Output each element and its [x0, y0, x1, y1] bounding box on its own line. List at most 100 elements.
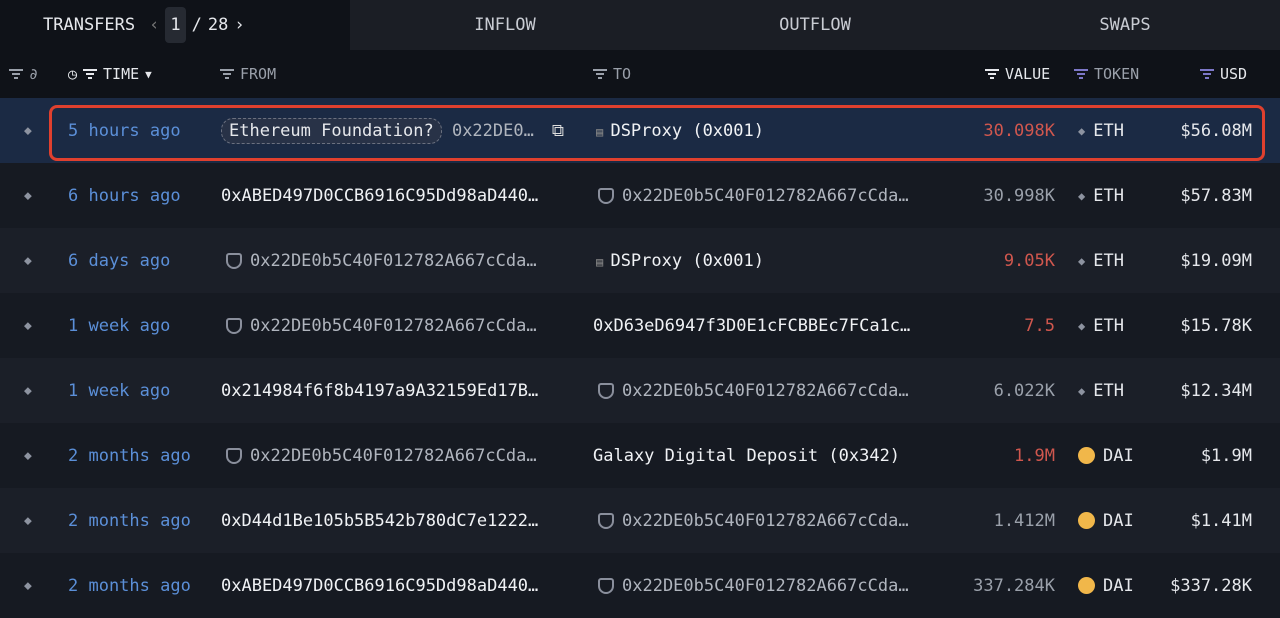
usd-value: $1.9M	[1200, 445, 1252, 466]
eth-icon: ◆	[1078, 383, 1086, 398]
col-value[interactable]: VALUE	[1005, 65, 1050, 83]
token[interactable]: DAI	[1078, 446, 1134, 466]
prev-page-icon[interactable]: ‹	[149, 15, 159, 35]
page-separator: /	[191, 15, 202, 35]
chain-eth-icon: ◆	[24, 253, 32, 268]
time-link[interactable]: 2 months ago	[68, 511, 191, 531]
unknown-entity-icon	[226, 317, 242, 334]
total-pages: 28	[207, 15, 229, 35]
col-to[interactable]: TO	[613, 65, 631, 83]
usd-value: $56.08M	[1180, 120, 1252, 141]
tab-transfers-label: TRANSFERS	[43, 15, 136, 35]
page-number-input[interactable]: 1	[165, 7, 186, 43]
tab-outflow[interactable]: OUTFLOW	[660, 0, 970, 50]
dai-icon	[1078, 447, 1095, 464]
usd-value: $12.34M	[1180, 380, 1252, 401]
next-page-icon[interactable]: ›	[234, 15, 244, 35]
to-address[interactable]: 0x22DE0b5C40F012782A667cCda…	[598, 576, 909, 596]
filter-icon[interactable]	[985, 69, 999, 79]
to-address[interactable]: Galaxy Digital Deposit (0x342)	[593, 446, 900, 466]
token[interactable]: DAI	[1078, 576, 1134, 596]
from-address[interactable]: 0xABED497D0CCB6916C95Dd98aD440…	[221, 576, 538, 596]
token[interactable]: ◆ ETH	[1078, 381, 1124, 401]
time-link[interactable]: 6 days ago	[68, 251, 170, 271]
from-address[interactable]: 0x214984f6f8b4197a9A32159Ed17B…	[221, 381, 538, 401]
token[interactable]: ◆ ETH	[1078, 316, 1124, 336]
clock-icon[interactable]: ◷	[68, 65, 77, 83]
value: 9.05K	[1003, 250, 1055, 271]
dai-icon	[1078, 512, 1095, 529]
token[interactable]: ◆ ETH	[1078, 251, 1124, 271]
table-row[interactable]: ◆ 2 months ago 0x22DE0b5C40F012782A667cC…	[0, 423, 1280, 488]
filter-icon[interactable]	[9, 69, 23, 79]
value: 6.022K	[993, 380, 1055, 401]
col-usd[interactable]: USD	[1220, 65, 1247, 83]
chain-eth-icon: ◆	[24, 383, 32, 398]
sort-desc-icon[interactable]: ▼	[145, 68, 152, 81]
token[interactable]: DAI	[1078, 511, 1134, 531]
time-link[interactable]: 2 months ago	[68, 446, 191, 466]
chain-eth-icon: ◆	[24, 188, 32, 203]
from-address[interactable]: 0x22DE0b5C40F012782A667cCda…	[226, 316, 537, 336]
value: 337.284K	[973, 575, 1055, 596]
to-address[interactable]: 0x22DE0b5C40F012782A667cCda…	[598, 186, 909, 206]
chain-eth-icon: ◆	[24, 123, 32, 138]
from-address[interactable]: 0xABED497D0CCB6916C95Dd98aD440…	[221, 186, 538, 206]
contract-icon: ▤	[596, 254, 611, 269]
from-address[interactable]: 0x22DE0b5C40F012782A667cCda…	[226, 251, 537, 271]
from-address[interactable]: 0xD44d1Be105b5B542b780dC7e1222…	[221, 511, 538, 531]
unknown-entity-icon	[598, 382, 614, 399]
from-address[interactable]: 0x22DE0b5C40F012782A667cCda…	[226, 446, 537, 466]
to-address[interactable]: 0x22DE0b5C40F012782A667cCda…	[598, 511, 909, 531]
value: 30.998K	[983, 185, 1055, 206]
filter-icon[interactable]	[1200, 69, 1214, 79]
tab-inflow[interactable]: INFLOW	[350, 0, 660, 50]
unknown-entity-icon	[598, 512, 614, 529]
pagination: ‹ 1 / 28 ›	[149, 7, 245, 43]
entity-badge[interactable]: Ethereum Foundation?	[221, 117, 442, 144]
time-link[interactable]: 5 hours ago	[68, 121, 181, 141]
dai-icon	[1078, 577, 1095, 594]
copy-icon[interactable]: ⧉	[552, 121, 564, 141]
col-token[interactable]: TOKEN	[1094, 65, 1139, 83]
col-from[interactable]: FROM	[240, 65, 276, 83]
value: 1.9M	[1014, 445, 1055, 466]
tab-swaps[interactable]: SWAPS	[970, 0, 1280, 50]
to-address[interactable]: 0xD63eD6947f3D0E1cFCBBEc7FCa1c…	[593, 316, 910, 336]
token[interactable]: ◆ ETH	[1078, 121, 1124, 141]
table-row[interactable]: ◆ 6 hours ago 0xABED497D0CCB6916C95Dd98a…	[0, 163, 1280, 228]
eth-icon: ◆	[1078, 318, 1086, 333]
time-link[interactable]: 1 week ago	[68, 381, 170, 401]
table-row[interactable]: ◆ 5 hours ago Ethereum Foundation? 0x22D…	[0, 98, 1280, 163]
unknown-entity-icon	[226, 447, 242, 464]
chain-eth-icon: ◆	[24, 578, 32, 593]
chain-eth-icon: ◆	[24, 513, 32, 528]
tab-transfers[interactable]: TRANSFERS ‹ 1 / 28 ›	[0, 0, 350, 50]
time-link[interactable]: 2 months ago	[68, 576, 191, 596]
value: 30.098K	[983, 120, 1055, 141]
time-link[interactable]: 6 hours ago	[68, 186, 181, 206]
table-row[interactable]: ◆ 1 week ago 0x214984f6f8b4197a9A32159Ed…	[0, 358, 1280, 423]
eth-icon: ◆	[1078, 123, 1086, 138]
token[interactable]: ◆ ETH	[1078, 186, 1124, 206]
table-row[interactable]: ◆ 2 months ago 0xD44d1Be105b5B542b780dC7…	[0, 488, 1280, 553]
time-link[interactable]: 1 week ago	[68, 316, 170, 336]
to-address[interactable]: ▤ DSProxy (0x001)	[596, 121, 764, 141]
from-address[interactable]: Ethereum Foundation? 0x22DE0… ⧉	[221, 117, 564, 144]
table-row[interactable]: ◆ 6 days ago 0x22DE0b5C40F012782A667cCda…	[0, 228, 1280, 293]
filter-icon[interactable]	[1074, 69, 1088, 79]
to-address[interactable]: 0x22DE0b5C40F012782A667cCda…	[598, 381, 909, 401]
link-icon[interactable]: ∂	[29, 65, 38, 83]
eth-icon: ◆	[1078, 253, 1086, 268]
tab-bar: TRANSFERS ‹ 1 / 28 › INFLOW OUTFLOW SWAP…	[0, 0, 1280, 50]
table-header: ∂ ◷ TIME ▼ FROM TO VALUE TOKEN USD	[0, 50, 1280, 98]
table-row[interactable]: ◆ 1 week ago 0x22DE0b5C40F012782A667cCda…	[0, 293, 1280, 358]
filter-icon[interactable]	[83, 69, 98, 79]
to-address[interactable]: ▤ DSProxy (0x001)	[596, 251, 764, 271]
table-row[interactable]: ◆ 2 months ago 0xABED497D0CCB6916C95Dd98…	[0, 553, 1280, 618]
filter-icon[interactable]	[220, 69, 234, 79]
eth-icon: ◆	[1078, 188, 1086, 203]
transfers-table: ◆ 5 hours ago Ethereum Foundation? 0x22D…	[0, 98, 1280, 618]
filter-icon[interactable]	[593, 69, 607, 79]
col-time[interactable]: TIME	[103, 65, 139, 83]
